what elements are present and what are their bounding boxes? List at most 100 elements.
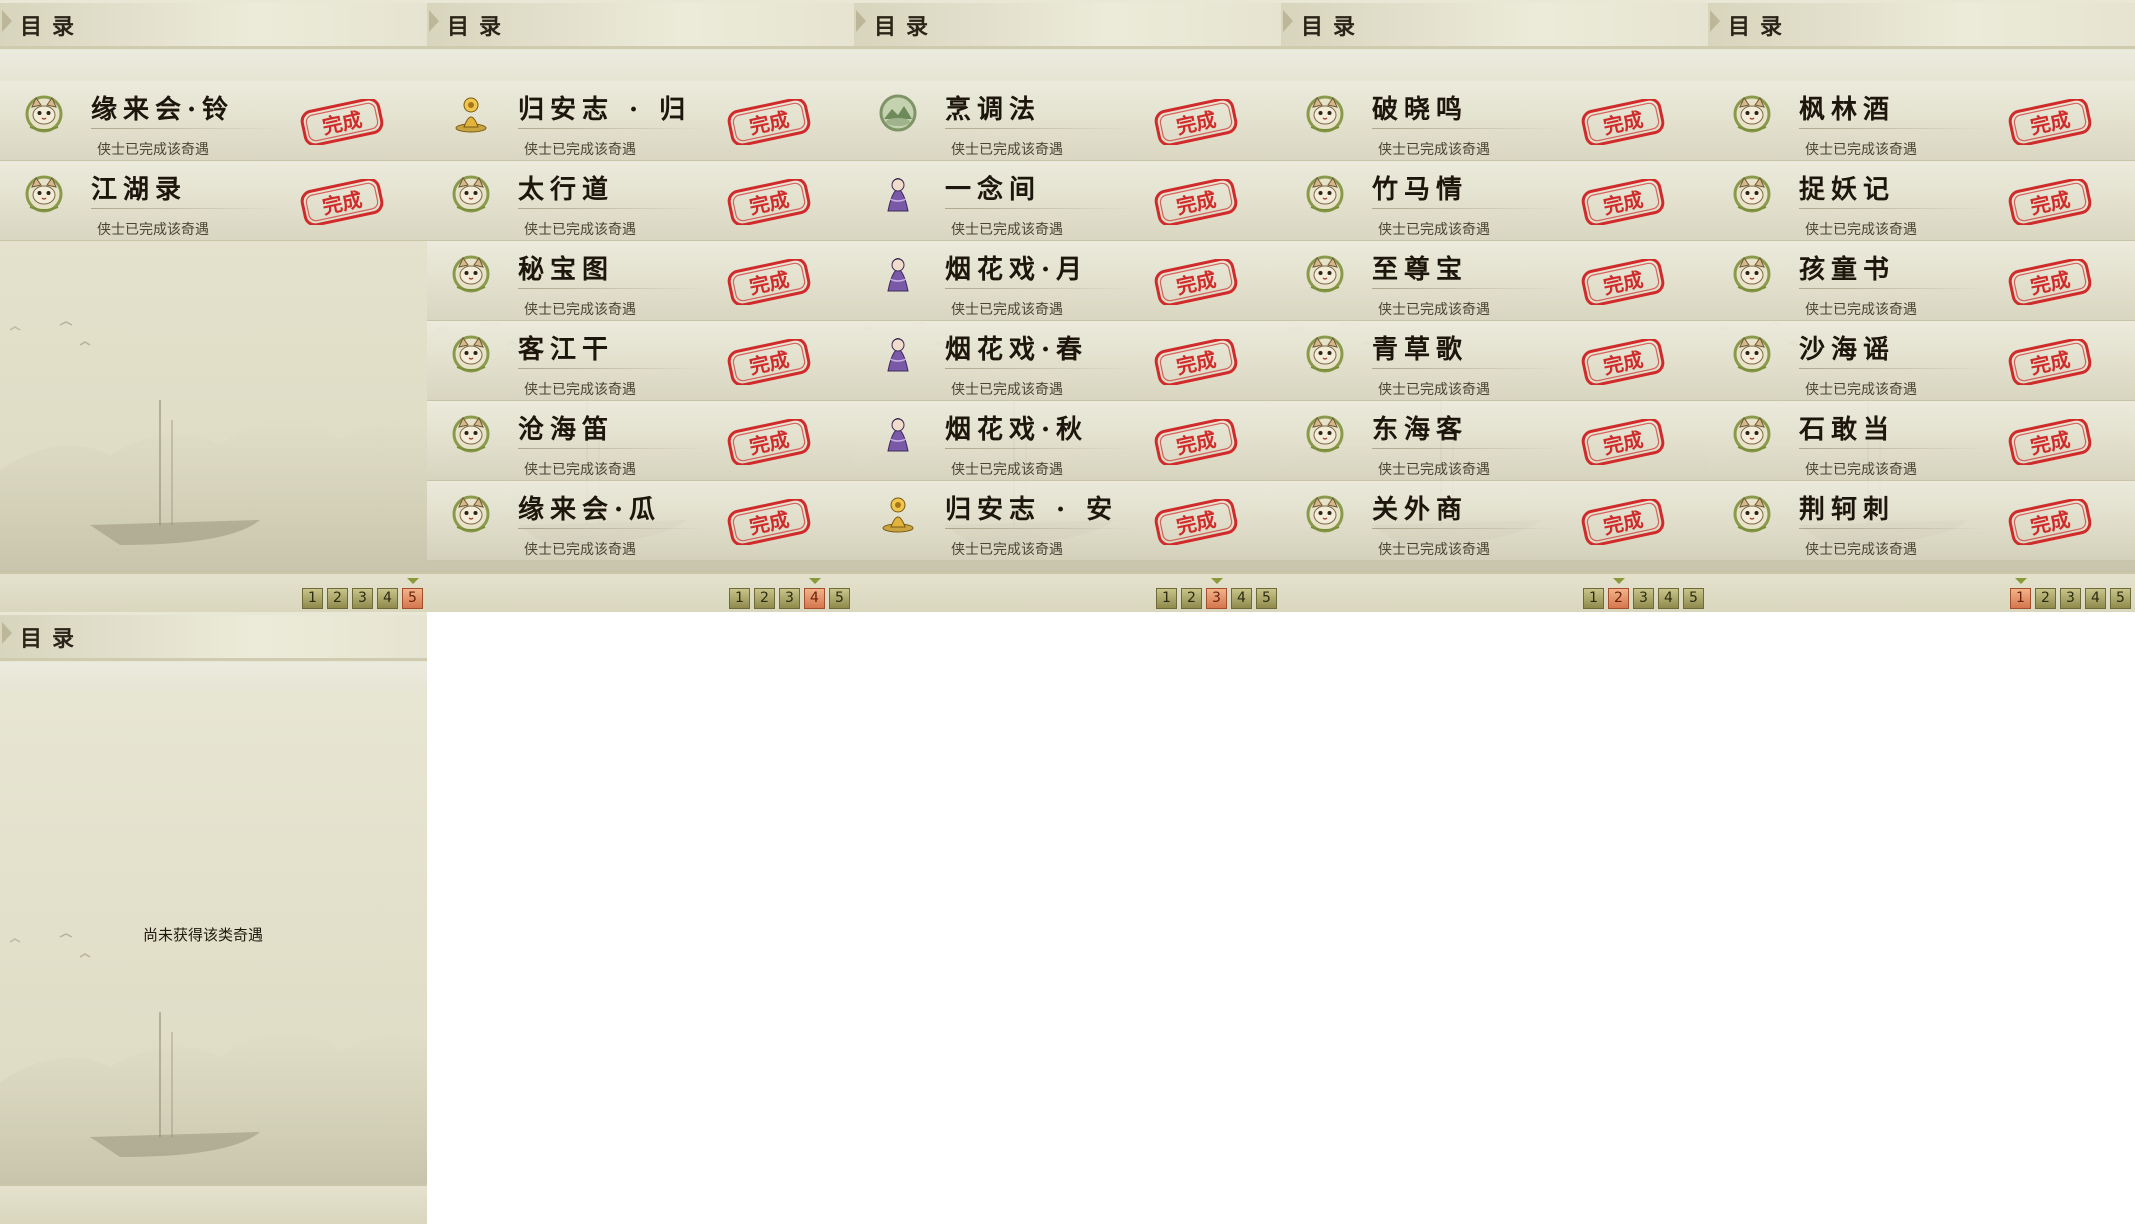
- name-underline: [945, 528, 1135, 529]
- completed-stamp-icon: 完成: [1578, 337, 1668, 387]
- adventure-list-item[interactable]: 烟花戏·秋 侠士已完成该奇遇 完成: [854, 401, 1281, 481]
- cat-face-icon: [24, 173, 64, 213]
- adventure-list-item[interactable]: 一念间 侠士已完成该奇遇 完成: [854, 161, 1281, 241]
- adventure-list-item[interactable]: 归安志 · 归侠士已完成该奇遇 完成: [427, 81, 854, 161]
- completed-stamp-icon: 完成: [1151, 257, 1241, 307]
- adventure-name: 荆轲刺: [1799, 495, 1896, 525]
- page-number: 1: [308, 590, 317, 606]
- name-underline: [91, 208, 281, 209]
- adventure-status-text: 侠士已完成该奇遇: [524, 222, 636, 238]
- current-page-marker-icon: [1613, 578, 1625, 584]
- page-number: 4: [1664, 590, 1673, 606]
- collapse-arrow-icon[interactable]: [2, 10, 12, 32]
- completed-stamp-icon: 完成: [724, 97, 814, 147]
- adventure-list-item[interactable]: 枫林酒 侠士已完成该奇遇 完成: [1708, 81, 2135, 161]
- page-selector: 12345: [1583, 578, 1704, 609]
- page-button[interactable]: 2: [327, 588, 348, 609]
- collapse-arrow-icon[interactable]: [856, 10, 866, 32]
- adventure-list-item[interactable]: 关外商 侠士已完成该奇遇 完成: [1281, 481, 1708, 561]
- name-underline: [1372, 368, 1562, 369]
- purple-lady-icon: [878, 333, 918, 373]
- cat-face-icon: [451, 173, 491, 213]
- page-button[interactable]: 3: [352, 588, 373, 609]
- name-underline: [945, 288, 1135, 289]
- collapse-arrow-icon[interactable]: [1710, 10, 1720, 32]
- panel-header: 目录: [854, 0, 1281, 49]
- adventure-list-item[interactable]: 缘来会·瓜 侠士已完成该奇遇 完成: [427, 481, 854, 561]
- adventure-name: 东海客: [1372, 415, 1469, 445]
- page-button[interactable]: 3: [779, 588, 800, 609]
- completed-stamp-icon: 完成: [1578, 417, 1668, 467]
- page-button[interactable]: 5: [1256, 588, 1277, 609]
- adventure-status-text: 侠士已完成该奇遇: [1805, 382, 1917, 398]
- collapse-arrow-icon[interactable]: [1283, 10, 1293, 32]
- page-number: 4: [2091, 590, 2100, 606]
- cat-face-icon: [1305, 253, 1345, 293]
- adventure-list-item[interactable]: 捉妖记 侠士已完成该奇遇 完成: [1708, 161, 2135, 241]
- adventure-list-item[interactable]: 沧海笛 侠士已完成该奇遇 完成: [427, 401, 854, 481]
- adventure-list-item[interactable]: 至尊宝 侠士已完成该奇遇 完成: [1281, 241, 1708, 321]
- adventure-list-item[interactable]: 归安志 · 安侠士已完成该奇遇 完成: [854, 481, 1281, 561]
- page-number: 1: [2016, 590, 2025, 606]
- page-button[interactable]: 5: [402, 578, 423, 609]
- page-button[interactable]: 1: [302, 588, 323, 609]
- panel-header: 目录: [0, 612, 427, 661]
- adventure-list-item[interactable]: 破晓鸣 侠士已完成该奇遇 完成: [1281, 81, 1708, 161]
- adventure-list-item[interactable]: 缘来会·铃 侠士已完成该奇遇 完成: [0, 81, 427, 161]
- adventure-list-item[interactable]: 青草歌 侠士已完成该奇遇 完成: [1281, 321, 1708, 401]
- adventure-list-item[interactable]: 江湖录 侠士已完成该奇遇 完成: [0, 161, 427, 241]
- current-page-marker-icon: [2015, 578, 2027, 584]
- adventure-list-item[interactable]: 秘宝图 侠士已完成该奇遇 完成: [427, 241, 854, 321]
- page-button[interactable]: 3: [2060, 588, 2081, 609]
- page-button[interactable]: 1: [1156, 588, 1177, 609]
- adventure-name: 石敢当: [1799, 415, 1896, 445]
- page-button[interactable]: 4: [377, 588, 398, 609]
- page-button[interactable]: 1: [729, 588, 750, 609]
- name-underline: [1799, 368, 1989, 369]
- adventure-name: 烹调法: [945, 95, 1042, 125]
- page-button[interactable]: 3: [1206, 578, 1227, 609]
- page-button[interactable]: 5: [829, 588, 850, 609]
- page-button[interactable]: 4: [804, 578, 825, 609]
- adventure-name: 青草歌: [1372, 335, 1469, 365]
- completed-stamp-icon: 完成: [297, 177, 387, 227]
- adventure-list-item[interactable]: 烹调法 侠士已完成该奇遇 完成: [854, 81, 1281, 161]
- page-selector: 12345: [2010, 578, 2131, 609]
- current-page-marker-icon: [407, 578, 419, 584]
- page-button[interactable]: 2: [1181, 588, 1202, 609]
- adventure-status-text: 侠士已完成该奇遇: [524, 382, 636, 398]
- page-button[interactable]: 4: [1658, 588, 1679, 609]
- adventure-list-item[interactable]: 东海客 侠士已完成该奇遇 完成: [1281, 401, 1708, 481]
- name-underline: [1372, 208, 1562, 209]
- adventure-name: 缘来会·铃: [91, 95, 235, 125]
- adventure-list-item[interactable]: 客江干 侠士已完成该奇遇 完成: [427, 321, 854, 401]
- page-button[interactable]: 1: [2010, 578, 2031, 609]
- adventure-list-item[interactable]: 烟花戏·春 侠士已完成该奇遇 完成: [854, 321, 1281, 401]
- adventure-name: 烟花戏·月: [945, 255, 1089, 285]
- page-button[interactable]: 1: [1583, 588, 1604, 609]
- page-button[interactable]: 3: [1633, 588, 1654, 609]
- adventure-list-item[interactable]: 沙海谣 侠士已完成该奇遇 完成: [1708, 321, 2135, 401]
- page-number: 2: [2041, 590, 2050, 606]
- panel-subheader: [0, 50, 427, 80]
- adventure-list-item[interactable]: 石敢当 侠士已完成该奇遇 完成: [1708, 401, 2135, 481]
- completed-stamp-icon: 完成: [724, 337, 814, 387]
- adventure-list-item[interactable]: 荆轲刺 侠士已完成该奇遇 完成: [1708, 481, 2135, 561]
- name-underline: [1372, 448, 1562, 449]
- page-button[interactable]: 2: [2035, 588, 2056, 609]
- collapse-arrow-icon[interactable]: [429, 10, 439, 32]
- adventure-list-item[interactable]: 竹马情 侠士已完成该奇遇 完成: [1281, 161, 1708, 241]
- adventure-list-item[interactable]: 烟花戏·月 侠士已完成该奇遇 完成: [854, 241, 1281, 321]
- page-button[interactable]: 4: [1231, 588, 1252, 609]
- page-button[interactable]: 5: [2110, 588, 2131, 609]
- panel-title: 目录: [20, 626, 85, 652]
- page-button[interactable]: 4: [2085, 588, 2106, 609]
- page-button[interactable]: 5: [1683, 588, 1704, 609]
- collapse-arrow-icon[interactable]: [2, 622, 12, 644]
- adventure-list-item[interactable]: 太行道 侠士已完成该奇遇 完成: [427, 161, 854, 241]
- adventure-list-item[interactable]: 孩童书 侠士已完成该奇遇 完成: [1708, 241, 2135, 321]
- page-button[interactable]: 2: [1608, 578, 1629, 609]
- panel-header: 目录: [1281, 0, 1708, 49]
- page-button[interactable]: 2: [754, 588, 775, 609]
- completed-stamp-icon: 完成: [1578, 97, 1668, 147]
